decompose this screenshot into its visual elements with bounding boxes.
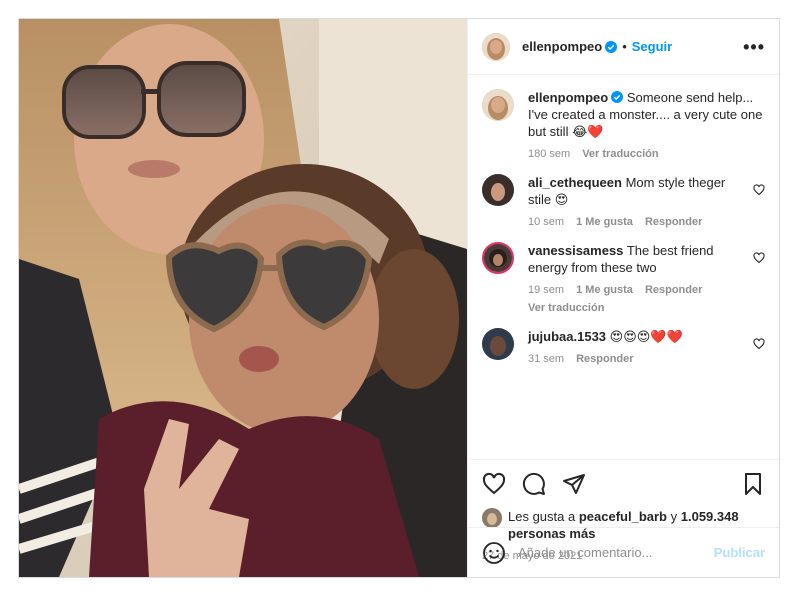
comment-item: jujubaa.1533 😍😍😍❤️❤️ 31 sem Responder — [482, 328, 765, 365]
caption-meta: 180 sem Ver traducción — [528, 148, 765, 160]
commenter-username[interactable]: jujubaa.1533 — [528, 329, 606, 344]
commenter-avatar[interactable] — [482, 242, 514, 274]
comment-like-heart-icon[interactable] — [753, 252, 765, 264]
comment-meta: 19 sem 1 Me gusta Responder — [528, 284, 743, 296]
liker-avatar[interactable] — [482, 508, 502, 528]
likes-prefix: Les gusta a — [508, 509, 576, 524]
post-header: ellenpompeo • Seguir ••• — [468, 19, 779, 75]
share-icon[interactable] — [562, 472, 586, 496]
author-avatar[interactable] — [482, 89, 514, 121]
bookmark-icon[interactable] — [741, 472, 765, 496]
author-username[interactable]: ellenpompeo — [522, 39, 602, 54]
comment-time[interactable]: 10 sem — [528, 216, 564, 228]
comment-composer: Publicar — [468, 527, 779, 577]
more-options-icon[interactable]: ••• — [743, 38, 765, 56]
comment-like-heart-icon[interactable] — [753, 338, 765, 350]
action-icons — [482, 472, 765, 496]
comment-like-heart-icon[interactable] — [753, 184, 765, 196]
selfie-image — [19, 19, 467, 577]
author-avatar-image — [482, 32, 510, 61]
liker-username[interactable]: peaceful_barb — [579, 509, 667, 524]
liker-avatar-image — [482, 508, 502, 528]
commenter-avatar-image — [482, 328, 514, 360]
caption-text: ellenpompeo Someone send help... I've cr… — [528, 89, 765, 140]
comment-text: ali_cethequeen Mom style theger stile 😍 — [528, 174, 743, 208]
post-photo[interactable] — [19, 19, 467, 577]
reply-button[interactable]: Responder — [576, 353, 633, 365]
separator-dot: • — [622, 39, 627, 54]
heart-icon[interactable] — [482, 472, 506, 496]
comment-body: 😍😍😍❤️❤️ — [609, 329, 683, 344]
emoji-icon[interactable] — [482, 541, 506, 565]
comment-text: jujubaa.1533 😍😍😍❤️❤️ — [528, 328, 743, 345]
publish-button[interactable]: Publicar — [714, 545, 765, 560]
commenter-avatar-image — [482, 174, 514, 206]
commenter-username[interactable]: vanessisamess — [528, 243, 623, 258]
commenter-username[interactable]: ali_cethequeen — [528, 175, 622, 190]
verified-icon — [611, 91, 624, 103]
likes-count[interactable]: 1.059.348 — [681, 509, 739, 524]
comment-item: ali_cethequeen Mom style theger stile 😍 … — [482, 174, 765, 228]
caption-time[interactable]: 180 sem — [528, 148, 570, 160]
comments-list: ellenpompeo Someone send help... I've cr… — [468, 75, 779, 459]
author-avatar-image — [482, 89, 514, 121]
caption: ellenpompeo Someone send help... I've cr… — [482, 89, 765, 160]
commenter-avatar[interactable] — [482, 328, 514, 360]
see-translation-link[interactable]: Ver traducción — [582, 148, 658, 160]
reply-button[interactable]: Responder — [645, 284, 702, 296]
commenter-avatar[interactable] — [482, 174, 514, 206]
comment-item: vanessisamess The best friend energy fro… — [482, 242, 765, 314]
instagram-post: ellenpompeo • Seguir ••• ellenpompeo Som… — [18, 18, 780, 578]
comment-input[interactable] — [518, 545, 714, 560]
see-translation-link[interactable]: Ver traducción — [528, 302, 743, 314]
comment-likes[interactable]: 1 Me gusta — [576, 284, 633, 296]
comment-icon[interactable] — [522, 472, 546, 496]
post-sidebar: ellenpompeo • Seguir ••• ellenpompeo Som… — [467, 19, 779, 577]
likes-mid: y — [670, 509, 678, 524]
author-avatar[interactable] — [482, 32, 510, 61]
caption-username[interactable]: ellenpompeo — [528, 90, 608, 105]
comment-meta: 10 sem 1 Me gusta Responder — [528, 216, 743, 228]
comment-time[interactable]: 19 sem — [528, 284, 564, 296]
comment-likes[interactable]: 1 Me gusta — [576, 216, 633, 228]
reply-button[interactable]: Responder — [645, 216, 702, 228]
commenter-avatar-image — [484, 244, 512, 272]
comment-text: vanessisamess The best friend energy fro… — [528, 242, 743, 276]
follow-button[interactable]: Seguir — [632, 39, 672, 54]
verified-icon — [605, 40, 618, 53]
comment-meta: 31 sem Responder — [528, 353, 743, 365]
comment-time[interactable]: 31 sem — [528, 353, 564, 365]
